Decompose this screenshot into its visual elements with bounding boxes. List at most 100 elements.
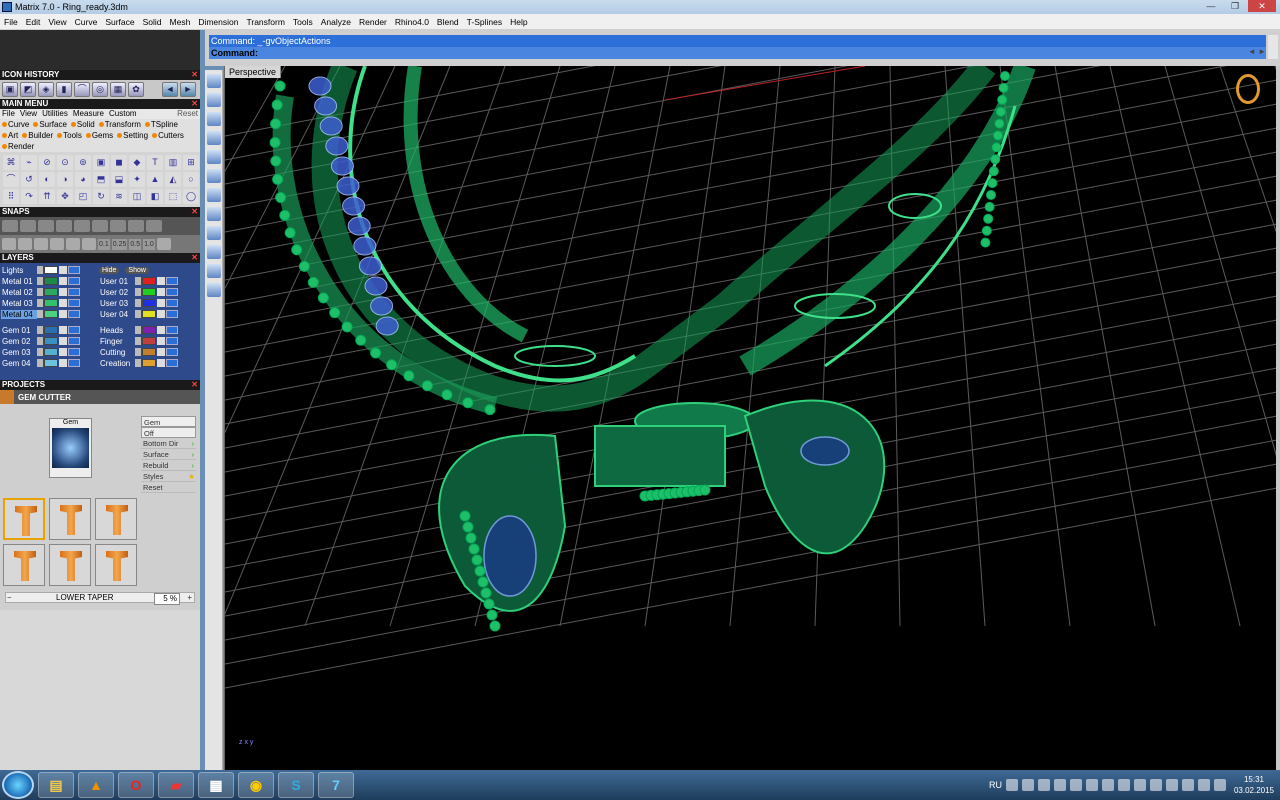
snap-perp-icon[interactable] [110, 220, 126, 232]
layer-expand-icon[interactable] [37, 348, 43, 356]
main-tab-setting[interactable]: Setting [117, 130, 148, 141]
layer-lock-icon[interactable] [59, 288, 67, 296]
layer-expand-icon[interactable] [135, 337, 141, 345]
command-prev-icon[interactable]: ◄ [1248, 47, 1256, 56]
menu-help[interactable]: Help [506, 17, 531, 27]
layer-expand-icon[interactable] [37, 326, 43, 334]
close-button[interactable]: ✕ [1248, 0, 1276, 12]
layer-name[interactable]: User 03 [99, 299, 135, 308]
layer-name[interactable]: Gem 01 [1, 326, 37, 335]
main-menu-utilities[interactable]: Utilities [42, 109, 68, 119]
layer-expand-icon[interactable] [37, 277, 43, 285]
opera-taskbar-icon[interactable]: O [118, 772, 154, 798]
layer-color-swatch[interactable] [142, 359, 156, 367]
layer-row[interactable]: User 04 [99, 309, 197, 319]
tray-icon-9[interactable] [1133, 779, 1146, 791]
main-tab-gems[interactable]: Gems [86, 130, 113, 141]
gumball-icon[interactable] [82, 238, 96, 250]
tool-icon-4[interactable]: ⊙ [57, 155, 73, 170]
layer-visibility-icon[interactable] [166, 359, 178, 367]
layer-row[interactable]: Metal 03 [1, 298, 99, 308]
layer-visibility-icon[interactable] [166, 277, 178, 285]
tool-icon-33[interactable]: ◯ [183, 189, 199, 204]
layer-name[interactable]: Gem 04 [1, 359, 37, 368]
layer-name[interactable]: Lights [1, 266, 37, 275]
layer-row[interactable]: Gem 02 [1, 336, 99, 346]
start-button[interactable] [2, 771, 34, 799]
globe-icon[interactable] [207, 207, 221, 221]
close-icon[interactable]: ✕ [191, 207, 198, 217]
layer-name[interactable]: Finger [99, 337, 135, 346]
tool-icon-28[interactable]: ↻ [93, 189, 109, 204]
snap-value-1[interactable]: 0.25 [111, 238, 128, 250]
layer-lock-icon[interactable] [59, 337, 67, 345]
record-icon[interactable] [66, 238, 80, 250]
tool-icon-18[interactable]: ⬓ [111, 172, 127, 187]
layer-row[interactable]: Creation [99, 358, 197, 368]
menu-blend[interactable]: Blend [433, 17, 463, 27]
ortho-icon[interactable] [18, 238, 32, 250]
menu-file[interactable]: File [0, 17, 22, 27]
layer-name[interactable]: User 01 [99, 277, 135, 286]
gem-option-reset[interactable]: Reset [141, 482, 196, 493]
tray-icon-4[interactable] [1053, 779, 1066, 791]
planar-icon[interactable] [34, 238, 48, 250]
tool-icon-23[interactable]: ⠿ [3, 189, 19, 204]
main-menu-custom[interactable]: Custom [109, 109, 137, 119]
tool-icon-21[interactable]: ◭ [165, 172, 181, 187]
tool-icon-8[interactable]: ◆ [129, 155, 145, 170]
close-icon[interactable]: ✕ [191, 70, 198, 80]
tool-icon-9[interactable]: T [147, 155, 163, 170]
layer-color-swatch[interactable] [44, 337, 58, 345]
menu-mesh[interactable]: Mesh [166, 17, 195, 27]
layer-expand-icon[interactable] [37, 310, 43, 318]
taper-style-6[interactable] [95, 544, 137, 586]
sphere-icon[interactable] [207, 188, 221, 202]
tray-icon-5[interactable] [1069, 779, 1082, 791]
layer-row[interactable]: Lights [1, 265, 99, 275]
layer-color-swatch[interactable] [44, 359, 58, 367]
menu-transform[interactable]: Transform [242, 17, 288, 27]
layer-expand-icon[interactable] [135, 299, 141, 307]
osnap-icon[interactable] [50, 238, 64, 250]
menu-dimension[interactable]: Dimension [194, 17, 242, 27]
snap-end-icon[interactable] [2, 220, 18, 232]
layer-name[interactable]: Metal 02 [1, 288, 37, 297]
layer-row[interactable]: Gem 01 [1, 325, 99, 335]
pdf-taskbar-icon[interactable]: ▰ [158, 772, 194, 798]
open-file-icon[interactable] [207, 74, 221, 88]
tool-icon-25[interactable]: ⇈ [39, 189, 55, 204]
history-icon-cylinder[interactable]: ▮ [56, 82, 72, 97]
menu-view[interactable]: View [44, 17, 70, 27]
layer-expand-icon[interactable] [37, 266, 43, 274]
gem-option-off[interactable]: Off [141, 427, 196, 438]
layer-name[interactable]: Metal 04 [1, 309, 37, 319]
tool-icon-31[interactable]: ◧ [147, 189, 163, 204]
layer-color-swatch[interactable] [142, 277, 156, 285]
snap-quad-icon[interactable] [146, 220, 162, 232]
layer-lock-icon[interactable] [157, 348, 165, 356]
tool-icon-14[interactable]: ◐ [39, 172, 55, 187]
gem-option-surface[interactable]: Surface › [141, 449, 196, 460]
history-icon-gem[interactable]: ◈ [38, 82, 54, 97]
tool-icon-17[interactable]: ⬒ [93, 172, 109, 187]
layer-expand-icon[interactable] [37, 299, 43, 307]
layer-expand-icon[interactable] [135, 359, 141, 367]
viewport-label[interactable]: Perspective [225, 66, 282, 78]
taper-style-1[interactable] [3, 498, 45, 540]
tool-icon-30[interactable]: ◫ [129, 189, 145, 204]
clock[interactable]: 15:31 03.02.2015 [1234, 774, 1274, 796]
snap-value-2[interactable]: 0.5 [129, 238, 142, 250]
layer-expand-icon[interactable] [135, 326, 141, 334]
menu-edit[interactable]: Edit [22, 17, 45, 27]
close-icon[interactable]: ✕ [191, 99, 198, 109]
layer-lock-icon[interactable] [157, 326, 165, 334]
snap-int-icon[interactable] [92, 220, 108, 232]
tools-icon[interactable] [207, 112, 221, 126]
tray-icon-14[interactable] [1213, 779, 1226, 791]
layer-name[interactable]: Cutting [99, 348, 135, 357]
box-icon[interactable] [207, 169, 221, 183]
layer-visibility-icon[interactable] [166, 310, 178, 318]
gem-option-styles[interactable]: Styles ★ [141, 471, 196, 482]
layer-name[interactable]: Metal 03 [1, 299, 37, 308]
